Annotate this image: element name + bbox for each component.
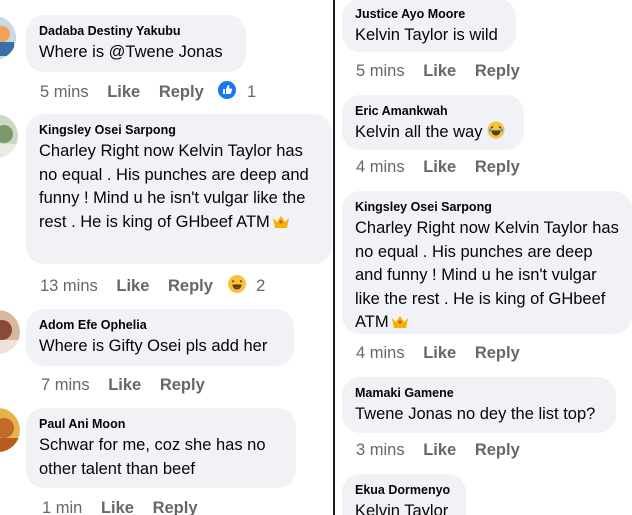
like-button[interactable]: Like [423, 61, 456, 81]
comment-author[interactable]: Ekua Dormenyo [355, 482, 453, 498]
comment-timestamp[interactable]: 3 mins [356, 440, 405, 460]
haha-reaction-icon[interactable] [227, 275, 246, 298]
comment-timestamp[interactable]: 13 mins [40, 276, 98, 296]
like-button[interactable]: Like [108, 375, 141, 395]
avatar[interactable] [0, 310, 20, 354]
comment-bubble: Ekua Dormenyo Kelvin Taylor [342, 474, 466, 515]
comment-actions: 5 mins Like Reply 1 [40, 81, 256, 104]
comments-column-right: Justice Ayo Moore Kelvin Taylor is wild … [335, 0, 632, 515]
comment-timestamp[interactable]: 5 mins [356, 61, 405, 81]
like-button[interactable]: Like [101, 498, 134, 515]
comment-text-content: Kelvin all the way [355, 123, 483, 141]
comment-text: Kelvin all the way [355, 121, 511, 147]
comment-text-content: Charley Right now Kelvin Taylor has no e… [39, 142, 309, 231]
comment-actions: 4 mins Like Reply [356, 343, 520, 363]
comment-timestamp[interactable]: 5 mins [40, 82, 89, 102]
comment-bubble: Kingsley Osei Sarpong Charley Right now … [342, 191, 632, 334]
comment-bubble: Justice Ayo Moore Kelvin Taylor is wild [342, 0, 516, 52]
comment-author[interactable]: Justice Ayo Moore [355, 6, 503, 22]
comment-timestamp[interactable]: 4 mins [356, 157, 405, 177]
avatar[interactable] [0, 16, 16, 60]
comment-bubble: Adom Efe Ophelia Where is Gifty Osei pls… [26, 309, 294, 366]
comment-timestamp[interactable]: 4 mins [356, 343, 405, 363]
comment-bubble: Kingsley Osei Sarpong Charley Right now … [26, 114, 332, 264]
reply-button[interactable]: Reply [159, 82, 204, 102]
comment-author[interactable]: Paul Ani Moon [39, 416, 283, 432]
comment-author[interactable]: Kingsley Osei Sarpong [39, 122, 319, 138]
avatar[interactable] [0, 114, 18, 158]
reaction-count[interactable]: 2 [256, 276, 265, 296]
comment-bubble: Dadaba Destiny Yakubu Where is @Twene Jo… [26, 15, 246, 72]
comment-bubble: Eric Amankwah Kelvin all the way [342, 95, 524, 150]
comment-author[interactable]: Dadaba Destiny Yakubu [39, 23, 233, 39]
avatar[interactable] [0, 408, 20, 452]
reaction-count[interactable]: 1 [247, 82, 256, 102]
reply-button[interactable]: Reply [153, 498, 198, 515]
reply-button[interactable]: Reply [160, 375, 205, 395]
reply-button[interactable]: Reply [475, 343, 520, 363]
reply-button[interactable]: Reply [475, 157, 520, 177]
comment-text: Schwar for me, coz she has no other tale… [39, 436, 266, 478]
like-button[interactable]: Like [423, 440, 456, 460]
comment-text: Where is @Twene Jonas [39, 43, 223, 61]
comment-author[interactable]: Eric Amankwah [355, 103, 511, 119]
comment-text: Charley Right now Kelvin Taylor has no e… [355, 217, 619, 337]
reply-button[interactable]: Reply [475, 440, 520, 460]
crown-emoji [272, 213, 290, 237]
like-reaction-icon[interactable] [218, 81, 237, 104]
comment-actions: 3 mins Like Reply [356, 440, 520, 460]
comment-text: Kelvin Taylor is wild [355, 26, 498, 44]
comment-actions: 1 min Like Reply [42, 498, 198, 515]
comment-timestamp[interactable]: 7 mins [41, 375, 90, 395]
comment-author[interactable]: Adom Efe Ophelia [39, 317, 281, 333]
comment-actions: 4 mins Like Reply [356, 157, 520, 177]
comment-bubble: Paul Ani Moon Schwar for me, coz she has… [26, 408, 296, 488]
like-button[interactable]: Like [423, 343, 456, 363]
comment-author[interactable]: Kingsley Osei Sarpong [355, 199, 619, 215]
comment-actions: 7 mins Like Reply [41, 375, 205, 395]
comment-text: Kelvin Taylor [355, 502, 449, 515]
comments-column-left: Dadaba Destiny Yakubu Where is @Twene Jo… [0, 0, 333, 515]
comment-actions: 13 mins Like Reply 2 [40, 275, 265, 298]
like-button[interactable]: Like [116, 276, 149, 296]
comment-text: Where is Gifty Osei pls add her [39, 337, 268, 355]
crown-emoji [391, 313, 409, 337]
reply-button[interactable]: Reply [168, 276, 213, 296]
comment-author[interactable]: Mamaki Gamene [355, 385, 603, 401]
comment-text: Twene Jonas no dey the list top? [355, 405, 596, 423]
comment-text: Charley Right now Kelvin Taylor has no e… [39, 140, 319, 236]
like-button[interactable]: Like [423, 157, 456, 177]
like-button[interactable]: Like [107, 82, 140, 102]
laughing-emoji [487, 121, 505, 147]
comment-bubble: Mamaki Gamene Twene Jonas no dey the lis… [342, 377, 616, 433]
reply-button[interactable]: Reply [475, 61, 520, 81]
comment-actions: 5 mins Like Reply [356, 61, 520, 81]
comment-timestamp[interactable]: 1 min [42, 498, 82, 515]
